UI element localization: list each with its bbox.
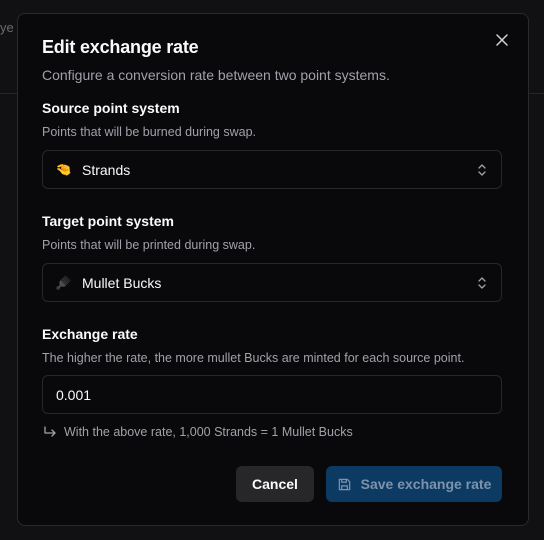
background-divider [528,93,544,94]
save-icon [338,478,350,490]
chevrons-up-down-icon [478,277,486,289]
corner-down-right-icon [44,426,56,437]
close-button[interactable] [492,30,512,50]
dialog-description: Configure a conversion rate between two … [42,67,390,83]
source-help: Points that will be burned during swap. [42,125,257,139]
target-point-system-select[interactable]: 🪮 Mullet Bucks [42,263,502,302]
exchange-rate-help: The higher the rate, the more mullet Buc… [42,351,465,365]
source-point-system-select[interactable]: 🤏 Strands [42,150,502,189]
save-exchange-rate-button[interactable]: Save exchange rate [326,466,502,502]
source-label: Source point system [42,100,180,116]
background-text: ye [0,20,14,35]
edit-exchange-rate-dialog: Edit exchange rate Configure a conversio… [17,13,529,526]
cancel-button-label: Cancel [252,476,298,492]
target-selected-value: Mullet Bucks [82,274,162,291]
close-icon [496,34,508,46]
target-label: Target point system [42,213,174,229]
background-divider [0,93,18,94]
conversion-note: With the above rate, 1,000 Strands = 1 M… [42,425,353,439]
chevrons-up-down-icon [478,164,486,176]
dialog-title: Edit exchange rate [42,37,199,57]
save-button-label: Save exchange rate [360,476,492,492]
target-help: Points that will be printed during swap. [42,238,256,252]
comb-icon: 🪮 [55,274,73,290]
exchange-rate-input[interactable]: 0.001 [42,375,502,414]
exchange-rate-label: Exchange rate [42,326,138,342]
cancel-button[interactable]: Cancel [236,466,314,502]
source-selected-value: Strands [82,161,131,178]
conversion-note-text: With the above rate, 1,000 Strands = 1 M… [64,425,353,439]
pinch-hand-icon: 🤏 [55,161,73,177]
